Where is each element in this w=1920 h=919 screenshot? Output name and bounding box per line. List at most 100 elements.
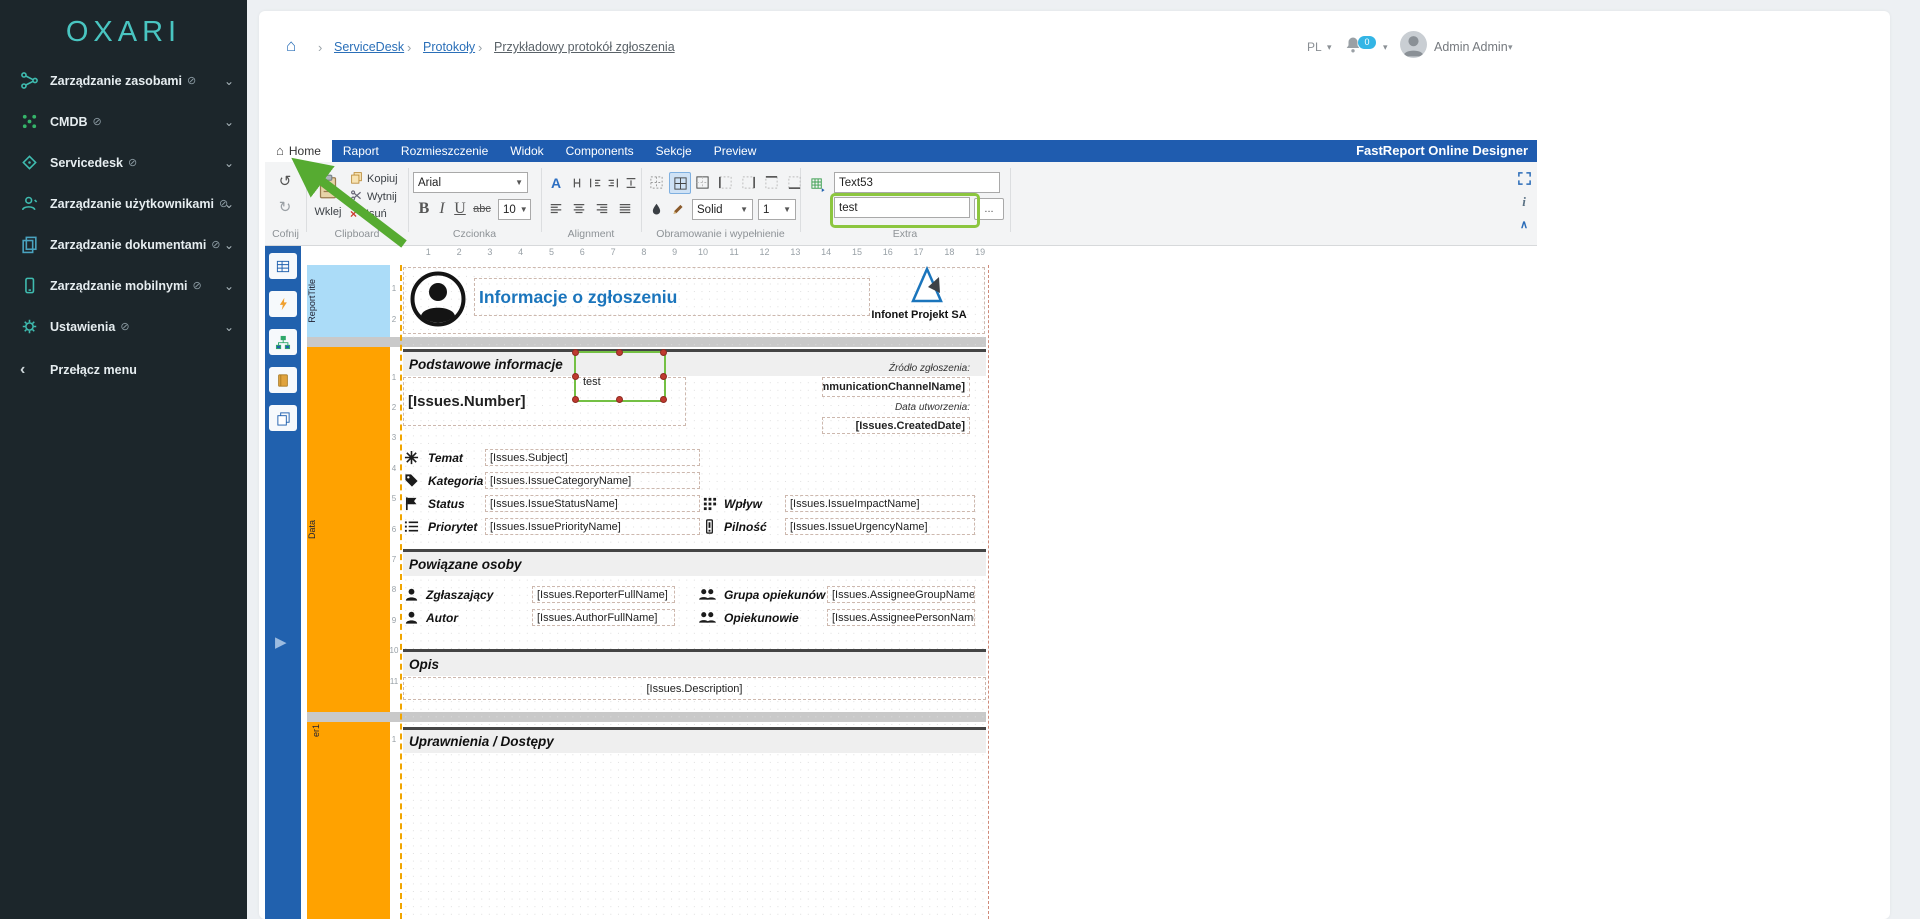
field-value-cell[interactable]: [Issues.IssueStatusName] — [485, 495, 700, 512]
tab-sekcje[interactable]: Sekcje — [645, 140, 703, 162]
sidebar-item-zarzadzanie-mobilnymi[interactable]: Zarządzanie mobilnymi ⊘ ⌄ — [0, 265, 247, 306]
resize-handle[interactable] — [572, 373, 579, 380]
selected-textbox[interactable]: test — [574, 351, 666, 402]
tab-raport[interactable]: Raport — [332, 140, 390, 162]
breadcrumb-protokoly[interactable]: Protokoły — [423, 40, 475, 54]
expand-strip-icon[interactable]: ▶ — [275, 633, 287, 651]
source-value-cell[interactable]: mmunicationChannelName] — [822, 377, 970, 397]
resize-handle[interactable] — [616, 396, 623, 403]
section-header-permissions[interactable]: Uprawnienia / Dostępy — [403, 727, 986, 753]
field-value-cell[interactable]: [Issues.AssigneePersonName] — [827, 609, 975, 626]
created-value-cell[interactable]: [Issues.CreatedDate] — [822, 417, 970, 434]
font-color-button[interactable]: A — [546, 172, 566, 193]
source-label[interactable]: Źródło zgłoszenia: — [822, 363, 970, 374]
resize-handle[interactable] — [660, 349, 667, 356]
sidebar-item-zarzadzanie-uzytkownikami[interactable]: Zarządzanie użytkownikami ⊘ ⌄ — [0, 183, 247, 224]
info-icon[interactable]: i — [1517, 193, 1531, 211]
border-none-button[interactable] — [646, 172, 666, 192]
component-name-input[interactable] — [834, 172, 1000, 193]
field-label[interactable]: Status — [428, 497, 465, 511]
border-top-button[interactable] — [761, 172, 781, 192]
dictionary-tool[interactable] — [269, 367, 297, 393]
fullscreen-icon[interactable] — [1514, 168, 1534, 188]
field-value-cell[interactable]: [Issues.IssuePriorityName] — [485, 518, 700, 535]
resize-handle[interactable] — [660, 396, 667, 403]
sidebar-toggle-menu[interactable]: ‹ Przełącz menu — [0, 349, 247, 390]
expression-editor-button[interactable]: ... — [974, 198, 1004, 220]
align-right-button[interactable] — [592, 199, 612, 219]
border-style-select[interactable]: Solid▼ — [692, 199, 753, 220]
field-value-cell[interactable]: [Issues.IssueImpactName] — [785, 495, 975, 512]
resize-handle[interactable] — [616, 349, 623, 356]
events-tool[interactable] — [269, 291, 297, 317]
sidebar-item-zarzadzanie-zasobami[interactable]: Zarządzanie zasobami ⊘ ⌄ — [0, 60, 247, 101]
brush-button[interactable] — [668, 199, 688, 219]
field-label[interactable]: Grupa opiekunów — [724, 588, 825, 602]
field-label[interactable]: Kategoria — [428, 474, 483, 488]
table-insert-icon[interactable] — [807, 174, 829, 194]
field-value-cell[interactable]: [Issues.Subject] — [485, 449, 700, 466]
company-logo-icon[interactable] — [907, 263, 947, 312]
text-rotation-button[interactable] — [622, 172, 639, 193]
resize-handle[interactable] — [660, 373, 667, 380]
description-c ell[interactable]: [Issues.Description] — [403, 677, 986, 700]
report-tree-tool[interactable] — [269, 253, 297, 279]
undo-button[interactable]: ↺ — [272, 170, 298, 192]
underline-button[interactable]: U — [451, 199, 469, 219]
field-label[interactable]: Wpływ — [724, 497, 762, 511]
align-justify-button[interactable] — [615, 199, 635, 219]
fill-color-button[interactable] — [646, 199, 666, 219]
field-label[interactable]: Temat — [428, 451, 463, 465]
field-label[interactable]: Opiekunowie — [724, 611, 799, 625]
vertical-align-top-button[interactable] — [568, 172, 585, 193]
collapse-toolbar-icon[interactable]: ∧ — [1514, 217, 1534, 231]
redo-button[interactable]: ↻ — [272, 196, 298, 218]
field-value-cell[interactable]: [Issues.ReporterFullName] — [532, 586, 675, 603]
cut-button[interactable]: Wytnij — [350, 189, 397, 205]
resize-handle[interactable] — [572, 349, 579, 356]
field-value-cell[interactable]: [Issues.IssueCategoryName] — [485, 472, 700, 489]
border-outside-button[interactable] — [692, 172, 712, 192]
strikethrough-button[interactable]: abc — [469, 199, 495, 219]
hierarchy-tool[interactable] — [269, 329, 297, 355]
section-header-people[interactable]: Powiązane osoby — [403, 549, 986, 576]
delete-button[interactable]: × Usuń — [350, 207, 387, 221]
vertical-align-bottom-button[interactable] — [604, 172, 621, 193]
tab-rozmieszczenie[interactable]: Rozmieszczenie — [390, 140, 499, 162]
align-left-button[interactable] — [546, 199, 566, 219]
report-page[interactable]: Informacje o zgłoszeniu Infonet Projekt … — [400, 265, 989, 919]
language-selector[interactable]: PL — [1307, 40, 1322, 54]
sidebar-item-zarzadzanie-dokumentami[interactable]: Zarządzanie dokumentami ⊘ ⌄ — [0, 224, 247, 265]
home-icon[interactable]: ⌂ — [286, 36, 296, 56]
field-label[interactable]: Pilność — [724, 520, 767, 534]
border-all-button[interactable] — [669, 172, 691, 194]
field-label[interactable]: Autor — [426, 611, 458, 625]
border-width-select[interactable]: 1▼ — [758, 199, 796, 220]
component-text-input[interactable] — [834, 197, 970, 218]
sidebar-item-ustawienia[interactable]: Ustawienia ⊘ ⌄ — [0, 306, 247, 347]
breadcrumb-servicedesk[interactable]: ServiceDesk — [334, 40, 404, 54]
created-label[interactable]: Data utworzenia: — [822, 402, 970, 413]
user-name[interactable]: Admin Admin — [1434, 40, 1508, 54]
border-bottom-button[interactable] — [784, 172, 804, 192]
avatar[interactable] — [1400, 31, 1427, 58]
field-label[interactable]: Zgłaszający — [426, 588, 493, 602]
designer-canvas[interactable]: 12345678910111213141516171819 ReportTitl… — [301, 245, 1537, 919]
bold-button[interactable]: B — [415, 199, 433, 219]
align-center-button[interactable] — [569, 199, 589, 219]
paste-button[interactable]: Wklej — [310, 168, 346, 224]
tab-preview[interactable]: Preview — [703, 140, 768, 162]
italic-button[interactable]: I — [433, 199, 451, 219]
vertical-align-middle-button[interactable] — [586, 172, 603, 193]
resize-handle[interactable] — [572, 396, 579, 403]
pages-tool[interactable] — [269, 405, 297, 431]
field-label[interactable]: Priorytet — [428, 520, 477, 534]
tab-components[interactable]: Components — [555, 140, 645, 162]
copy-button[interactable]: Kopiuj — [350, 171, 398, 187]
font-family-select[interactable]: Arial▼ — [413, 172, 528, 193]
band-footer[interactable]: er1 — [307, 722, 390, 919]
report-avatar-icon[interactable] — [410, 271, 466, 332]
section-header-description[interactable]: Opis — [403, 649, 986, 676]
tab-home[interactable]: ⌂ Home — [265, 140, 332, 162]
border-right-button[interactable] — [738, 172, 758, 192]
